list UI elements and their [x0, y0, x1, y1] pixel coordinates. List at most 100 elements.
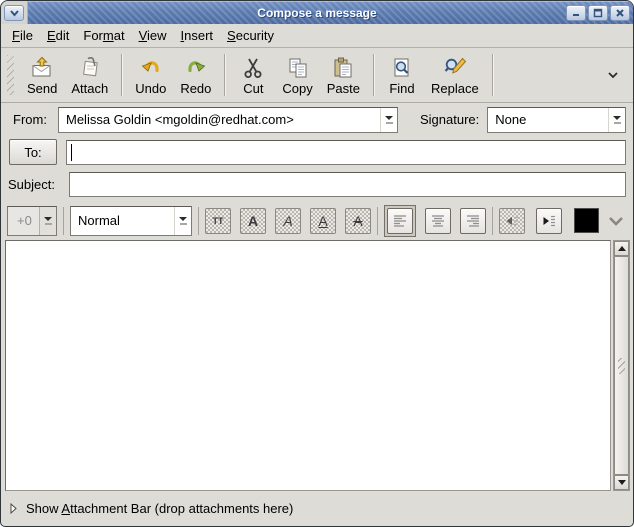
label-part: Show [26, 501, 61, 516]
signature-value: None [488, 112, 608, 127]
redo-button[interactable]: Redo [173, 51, 218, 99]
menu-view[interactable]: View [132, 25, 174, 46]
menu-file[interactable]: File [5, 25, 40, 46]
toolbar-separator [373, 54, 374, 96]
toolbar-button-label: Send [27, 81, 57, 96]
attachment-bar[interactable]: Show Attachment Bar (drop attachments he… [1, 491, 633, 526]
toolbar-button-label: Undo [135, 81, 166, 96]
arrow-bar-icon [180, 223, 187, 225]
close-button[interactable] [610, 5, 630, 21]
attachment-bar-label: Show Attachment Bar (drop attachments he… [26, 501, 293, 516]
window-title: Compose a message [1, 6, 633, 20]
bold-toggle[interactable]: A [240, 208, 266, 234]
subject-row: Subject: [1, 168, 633, 201]
menu-label-part: For [83, 28, 103, 43]
align-left-toggle[interactable] [387, 208, 413, 234]
menu-insert[interactable]: Insert [174, 25, 221, 46]
toolbar-grip[interactable] [7, 55, 14, 95]
menu-mnemonic: V [139, 28, 147, 43]
scrollbar-thumb[interactable] [614, 256, 629, 475]
maximize-button[interactable] [588, 5, 608, 21]
undo-button[interactable]: Undo [128, 51, 173, 99]
arrow-bar-icon [386, 122, 393, 124]
label-part: ttachment Bar (drop attachments here) [70, 501, 293, 516]
arrow-up-icon [618, 246, 626, 251]
indent-button[interactable] [536, 208, 562, 234]
menu-label-part: ecurity [236, 28, 274, 43]
message-body[interactable] [5, 240, 611, 491]
format-separator [377, 207, 378, 235]
font-size-select-arrow [39, 207, 56, 235]
format-overflow-button[interactable] [608, 216, 624, 226]
copy-button[interactable]: Copy [275, 51, 319, 99]
send-button[interactable]: Send [20, 51, 64, 99]
text-color-button[interactable] [574, 208, 599, 233]
strikethrough-toggle[interactable]: A [345, 208, 371, 234]
align-center-toggle[interactable] [425, 208, 451, 234]
unindent-button[interactable] [499, 208, 525, 234]
text-cursor [71, 144, 72, 161]
toolbar-button-label: Paste [327, 81, 360, 96]
menubar: File Edit Format View Insert Security [1, 24, 633, 48]
menu-mnemonic: S [227, 28, 236, 43]
minimize-icon [571, 8, 581, 18]
menu-label-part: ile [20, 28, 33, 43]
from-value: Melissa Goldin <mgoldin@redhat.com> [59, 112, 380, 127]
editor-area [1, 240, 633, 491]
align-center-icon [430, 213, 446, 229]
paste-icon [331, 56, 355, 80]
toolbar-button-label: Attach [71, 81, 108, 96]
paragraph-style-select[interactable]: Normal [70, 206, 192, 236]
chevron-down-icon [9, 9, 20, 17]
menu-edit[interactable]: Edit [40, 25, 76, 46]
menu-mnemonic: m [103, 28, 114, 43]
toolbar-button-label: Replace [431, 81, 479, 96]
scroll-down-button[interactable] [614, 475, 629, 490]
toolbar-button-label: Cut [243, 81, 263, 96]
find-button[interactable]: Find [380, 51, 424, 99]
toolbar-overflow-button[interactable] [603, 60, 623, 90]
underline-toggle[interactable]: A [310, 208, 336, 234]
align-right-icon [465, 213, 481, 229]
font-size-select[interactable]: +0 [7, 206, 57, 236]
subject-input[interactable] [69, 172, 626, 197]
menu-mnemonic: F [12, 28, 20, 43]
toolbar-button-label: Redo [180, 81, 211, 96]
replace-button[interactable]: Replace [424, 51, 486, 99]
cut-button[interactable]: Cut [231, 51, 275, 99]
find-icon [390, 56, 414, 80]
signature-select[interactable]: None [487, 107, 626, 133]
arrow-down-icon [385, 116, 393, 120]
typewriter-toggle[interactable]: TT [205, 208, 231, 234]
paste-button[interactable]: Paste [320, 51, 367, 99]
copy-icon [286, 56, 310, 80]
to-button[interactable]: To: [9, 139, 57, 165]
close-icon [615, 8, 625, 18]
titlebar[interactable]: Compose a message [1, 1, 633, 24]
arrow-bar-icon [614, 122, 621, 124]
arrow-down-icon [179, 217, 187, 221]
menu-label-part: nsert [184, 28, 213, 43]
toolbar-button-label: Copy [282, 81, 312, 96]
scroll-up-button[interactable] [614, 241, 629, 256]
menu-format[interactable]: Format [76, 25, 131, 46]
window-menu-button[interactable] [4, 5, 24, 21]
send-icon [30, 56, 54, 80]
scrollbar [613, 240, 630, 491]
signature-select-arrow [608, 108, 625, 132]
align-right-toggle[interactable] [460, 208, 486, 234]
font-size-value: +0 [8, 213, 39, 228]
chevron-down-icon [607, 71, 619, 79]
arrow-down-icon [613, 116, 621, 120]
from-select[interactable]: Melissa Goldin <mgoldin@redhat.com> [58, 107, 398, 133]
window-controls [566, 5, 633, 21]
align-left-selected-frame [384, 205, 416, 237]
attach-button[interactable]: Attach [64, 51, 115, 99]
indent-icon [541, 213, 557, 229]
to-input[interactable] [66, 140, 626, 165]
italic-toggle[interactable]: A [275, 208, 301, 234]
menu-security[interactable]: Security [220, 25, 281, 46]
arrow-bar-icon [45, 223, 52, 225]
minimize-button[interactable] [566, 5, 586, 21]
arrow-down-icon [44, 217, 52, 221]
